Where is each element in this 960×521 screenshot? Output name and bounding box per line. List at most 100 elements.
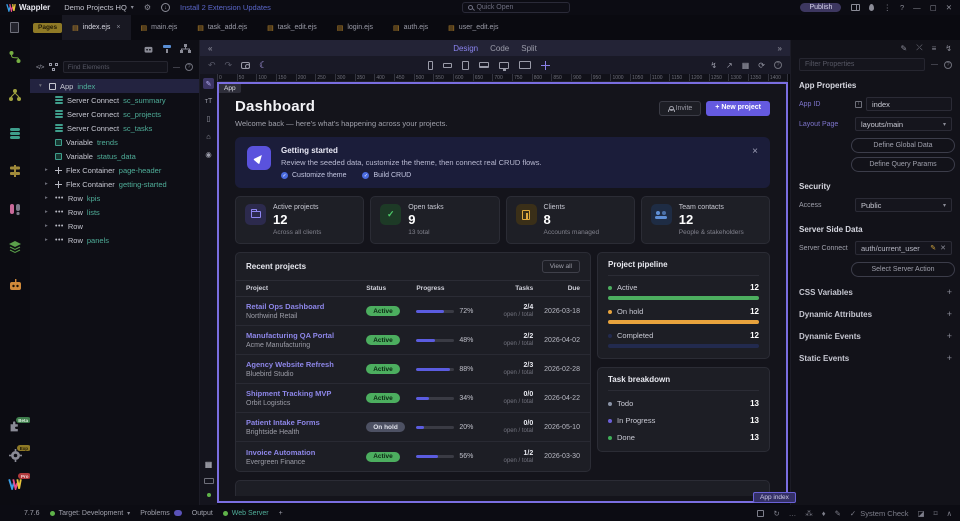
collapse-icon[interactable]: — [931, 61, 938, 68]
close-tab-icon[interactable]: × [116, 24, 120, 31]
project-selector[interactable]: Demo Projects HQ▾ [64, 3, 134, 12]
add-panel-icon[interactable]: + [279, 510, 283, 517]
publish-button[interactable]: Publish [800, 3, 841, 12]
table-row[interactable]: Retail Ops DashboardNorthwind Retail Act… [236, 297, 590, 326]
new-project-button[interactable]: + New project [706, 101, 770, 116]
preview-eye-icon[interactable]: ◉ [205, 150, 212, 159]
breadcrumb-app-index[interactable]: App index [753, 492, 796, 503]
access-select[interactable]: Public▾ [855, 198, 952, 212]
design-palette-icon[interactable] [8, 202, 22, 216]
web-server-button[interactable]: Web Server [223, 510, 269, 517]
brush-icon[interactable]: ✎ [835, 509, 841, 518]
node-tree-icon[interactable] [8, 88, 22, 102]
table-row[interactable]: Manufacturing QA PortalAcme Manufacturin… [236, 326, 590, 355]
window-maximize-button[interactable]: ▢ [930, 3, 937, 12]
tree-item-sc-summary[interactable]: Server Connectsc_summary [30, 93, 199, 107]
tab-main[interactable]: ▤main.ejs [131, 15, 188, 40]
output-button[interactable]: Output [192, 510, 213, 517]
chevron-right-icon[interactable]: ▸ [45, 167, 51, 173]
typography-icon[interactable]: тT [205, 98, 212, 105]
edit-mode-icon[interactable]: ✎ [203, 78, 214, 89]
plus-icon[interactable]: + [947, 309, 952, 319]
section-static-events[interactable]: Static Events+ [791, 343, 960, 365]
refresh-icon[interactable]: ⟳ [758, 61, 765, 70]
window-minimize-button[interactable]: — [913, 3, 921, 12]
more-menu-icon[interactable]: ⋮ [883, 3, 891, 12]
lightning-icon[interactable]: ↯ [710, 61, 717, 70]
chevron-right-icon[interactable]: ▸ [45, 237, 51, 243]
filter-properties-input[interactable]: Filter Properties [799, 58, 925, 71]
clear-icon[interactable]: ✕ [940, 244, 946, 252]
split-view-icon[interactable] [851, 4, 860, 11]
spacing-icon[interactable]: ▯ [206, 114, 210, 123]
wappler-pro[interactable]: Pro [8, 477, 22, 495]
app-id-input[interactable]: index [866, 97, 952, 111]
more-icon[interactable]: … [789, 509, 797, 518]
extensions-beta[interactable]: Beta [9, 421, 22, 439]
format-paint-icon[interactable] [162, 44, 172, 54]
signpost-icon[interactable] [8, 164, 22, 178]
server-connect-value[interactable]: auth/current_user ✎ ✕ [855, 241, 952, 255]
eraser-icon[interactable]: ◪ [918, 509, 925, 518]
code-view-icon[interactable]: </> [36, 64, 44, 71]
chevron-right-icon[interactable]: ▸ [45, 223, 51, 229]
banner-close-icon[interactable]: × [752, 146, 758, 157]
tab-task-edit[interactable]: ▤task_edit.ejs [257, 15, 327, 40]
tree-item-flex-getting-started[interactable]: ▸ Flex Containergetting-started [30, 177, 199, 191]
collapse-up-icon[interactable]: ∧ [947, 509, 953, 518]
collapse-left-icon[interactable]: « [208, 44, 212, 53]
chevron-right-icon[interactable]: ▸ [45, 209, 51, 215]
tab-task-add[interactable]: ▤task_add.ejs [187, 15, 257, 40]
share-icon[interactable]: ↗ [726, 61, 733, 70]
org-chart-icon[interactable] [180, 44, 191, 54]
apps-grid-icon[interactable]: ▦ [205, 460, 213, 469]
settings-gear-icon[interactable]: ⚙ [144, 4, 151, 12]
updates-download-icon[interactable]: ↓ [161, 3, 170, 12]
grid-view-icon[interactable]: ▦ [742, 61, 750, 70]
tree-item-row-lists[interactable]: ▸ ••• Rowlists [30, 205, 199, 219]
reload-icon[interactable]: ↻ [773, 509, 779, 518]
check-customize-theme[interactable]: ✓ Customize theme [281, 172, 346, 179]
edit-pencil-icon[interactable]: ✎ [930, 244, 936, 252]
redo-icon[interactable]: ↷ [225, 60, 233, 71]
layers-icon[interactable] [8, 240, 22, 254]
tree-item-sc-tasks[interactable]: Server Connectsc_tasks [30, 121, 199, 135]
table-row[interactable]: Patient Intake FormsBrightside Health On… [236, 413, 590, 442]
workflow-icon[interactable] [49, 63, 58, 71]
help-icon[interactable]: ? [185, 63, 193, 71]
tree-item-flex-page-header[interactable]: ▸ Flex Containerpage-header [30, 163, 199, 177]
device-widescreen-icon[interactable] [519, 61, 531, 69]
device-frame-icon[interactable] [204, 478, 214, 484]
target-selector[interactable]: Target: Development▾ [50, 510, 131, 517]
plus-icon[interactable]: + [947, 353, 952, 363]
table-row[interactable]: Agency Website RefreshBluebird Studio Ac… [236, 355, 590, 384]
help-icon[interactable]: ? [944, 61, 952, 69]
route-icon[interactable]: ⤫ [916, 43, 922, 53]
tab-user-edit[interactable]: ▤user_edit.ejs [438, 15, 508, 40]
device-phone-landscape-icon[interactable] [443, 63, 452, 68]
archive-icon[interactable]: ⌑ [934, 509, 938, 518]
expand-right-icon[interactable]: » [778, 44, 782, 53]
fluid-resize-icon[interactable] [541, 61, 550, 70]
tab-split[interactable]: Split [521, 44, 537, 53]
nodes-icon[interactable]: ⁂ [805, 509, 813, 518]
stack-icon[interactable]: ≡ [932, 44, 937, 53]
experimental-settings[interactable]: Exp [9, 449, 22, 467]
device-laptop-icon[interactable] [479, 62, 489, 68]
device-tablet-icon[interactable] [462, 61, 469, 70]
section-css-variables[interactable]: CSS Variables+ [791, 277, 960, 299]
collapse-icon[interactable]: — [173, 64, 180, 71]
dark-mode-icon[interactable]: ☾ [259, 60, 267, 71]
define-global-data-button[interactable]: Define Global Data [851, 138, 955, 153]
chevron-right-icon[interactable]: ▸ [45, 195, 51, 201]
layout-page-select[interactable]: layouts/main▾ [855, 117, 952, 131]
help-icon[interactable]: ? [774, 61, 782, 69]
invite-button[interactable]: Invite [659, 101, 702, 116]
ai-robot-icon[interactable] [8, 278, 23, 292]
tree-item-row-kpis[interactable]: ▸ ••• Rowkpis [30, 191, 199, 205]
quick-open-search[interactable]: Quick Open [462, 2, 570, 13]
dynamic-lightning-icon[interactable]: ↯ [945, 44, 952, 53]
table-row[interactable]: Shipment Tracking MVPOrbit Logistics Act… [236, 384, 590, 413]
problems-button[interactable]: Problems [140, 510, 182, 517]
thumbs-up-icon[interactable]: ♦ [822, 509, 826, 518]
